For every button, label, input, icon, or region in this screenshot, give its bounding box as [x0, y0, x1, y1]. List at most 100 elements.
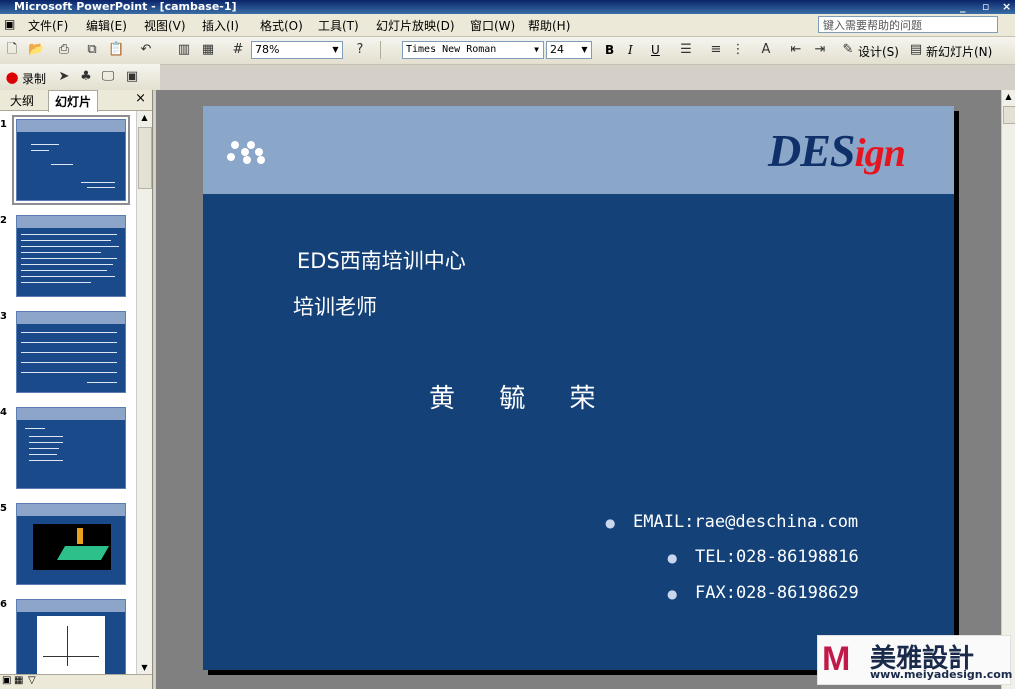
menu-format[interactable]: 格式(O) [260, 17, 303, 34]
slide-thumbnail-1[interactable] [12, 115, 130, 205]
thumbnail-line [29, 436, 63, 437]
restore-button[interactable]: ▫ [982, 0, 989, 14]
underline-button[interactable]: U [651, 43, 660, 57]
menu-slideshow[interactable]: 幻灯片放映(D) [376, 17, 455, 34]
scroll-down-icon[interactable]: ▼ [139, 663, 150, 674]
sorter-view-icon[interactable]: ▦ [14, 675, 23, 686]
app-menu-icon[interactable]: ▣ [4, 17, 15, 31]
menu-edit[interactable]: 编辑(E) [86, 17, 127, 34]
undo-icon[interactable]: ↶ [138, 42, 154, 58]
decor-dot [227, 153, 235, 161]
insert-table-icon[interactable]: ▦ [200, 42, 216, 58]
thumbnail-line [21, 352, 117, 353]
thumbnail-line [31, 144, 59, 145]
grid-icon[interactable]: # [230, 42, 246, 58]
pane-scrollbar[interactable]: ▲ ▼ [136, 111, 152, 676]
slides-pane: 大纲 幻灯片 × 1 2 3 4 5 6 ▲ ▼ ▣ ▦ ▽ [0, 90, 153, 689]
tab-outline[interactable]: 大纲 [10, 92, 34, 109]
monitor-icon[interactable]: 🖵 [100, 69, 116, 85]
numbered-list-icon[interactable]: ≡ [708, 42, 724, 58]
tab-slides[interactable]: 幻灯片 [48, 90, 99, 112]
font-select[interactable]: Times New Roman ▼ [402, 41, 544, 59]
slide-thumbnail-4[interactable] [16, 407, 126, 489]
design-button[interactable]: 设计(S) [858, 43, 899, 60]
thumbnail-line [21, 342, 117, 343]
slide-header-band: DESign [203, 106, 954, 194]
watermark-mark-icon: M [822, 640, 851, 678]
slide-tel[interactable]: TEL:028-86198816 [695, 547, 859, 567]
current-slide[interactable]: DESign EDS西南培训中心 培训老师 黄 毓 荣 ● EMAIL:rae@… [203, 106, 954, 670]
zoom-value: 78% [255, 43, 280, 56]
zoom-select[interactable]: 78% ▼ [251, 41, 343, 59]
font-size-select[interactable]: 24 ▼ [546, 41, 592, 59]
thumbnail-line [29, 454, 57, 455]
close-icon[interactable]: × [135, 91, 146, 106]
thumbnail-line [29, 442, 63, 443]
new-file-icon[interactable]: 🗋 [4, 42, 20, 58]
thumbnail-line [21, 332, 117, 333]
decrease-indent-icon[interactable]: ⇤ [788, 42, 804, 58]
slide-fax[interactable]: FAX:028-86198629 [695, 583, 859, 603]
scroll-thumb[interactable] [138, 127, 152, 189]
open-file-icon[interactable]: 📂 [28, 42, 44, 58]
help-icon[interactable]: ? [352, 42, 368, 58]
slide-thumbnail-2[interactable] [16, 215, 126, 297]
increase-font-icon[interactable]: A [758, 42, 774, 58]
thumbnail-line [51, 164, 73, 165]
menu-file[interactable]: 文件(F) [28, 17, 68, 34]
record-icon: ● [5, 68, 19, 86]
watermark-logo: M 美雅設計 www.meiyadesign.com [817, 635, 1012, 685]
decor-dot [241, 148, 249, 156]
bold-button[interactable]: B [605, 43, 614, 57]
paste-icon[interactable]: 📋 [108, 42, 124, 58]
minimize-button[interactable]: _ [960, 0, 966, 14]
scroll-up-icon[interactable]: ▲ [139, 113, 150, 124]
decor-dot [231, 141, 239, 149]
help-search-input[interactable]: 键入需要帮助的问题 [818, 16, 998, 33]
align-left-icon[interactable]: ☰ [678, 42, 694, 58]
menu-help[interactable]: 帮助(H) [528, 17, 570, 34]
logo-main: DES [768, 125, 855, 176]
slideshow-view-icon[interactable]: ▽ [28, 675, 36, 686]
scroll-thumb[interactable] [1003, 106, 1015, 124]
workspace-scrollbar[interactable]: ▲ [1001, 90, 1015, 689]
slide-thumbnail-3[interactable] [16, 311, 126, 393]
scroll-up-icon[interactable]: ▲ [1003, 92, 1014, 101]
italic-button[interactable]: I [628, 43, 633, 57]
normal-view-icon[interactable]: ▣ [2, 675, 11, 686]
thumbnail-line [29, 448, 59, 449]
thumbnail-number: 3 [0, 311, 7, 322]
menu-window[interactable]: 窗口(W) [470, 17, 515, 34]
pointer-icon[interactable]: ➤ [56, 69, 72, 85]
print-icon[interactable]: ⎙ [56, 42, 72, 58]
slide-thumbnail-6[interactable] [16, 599, 126, 676]
thumbnail-line [21, 270, 107, 271]
new-slide-button[interactable]: 新幻灯片(N) [926, 43, 992, 60]
menu-tools[interactable]: 工具(T) [318, 17, 359, 34]
thumbnail-list: 1 2 3 4 5 6 [0, 111, 136, 676]
increase-indent-icon[interactable]: ⇥ [812, 42, 828, 58]
thumbnail-header [17, 216, 125, 228]
thumbnail-header [17, 408, 125, 420]
title-bar: Microsoft PowerPoint - [cambase-1] _ ▫ × [0, 0, 1015, 14]
narration-icon[interactable]: ♣ [78, 69, 94, 85]
copy-icon[interactable]: ⧉ [84, 42, 100, 58]
decor-dot [257, 156, 265, 164]
slide-email[interactable]: EMAIL:rae@deschina.com [633, 512, 858, 532]
thumbnail-header [17, 600, 125, 612]
slide-line-trainer[interactable]: 培训老师 [293, 291, 377, 321]
thumbnail-image [33, 524, 111, 570]
menu-view[interactable]: 视图(V) [144, 17, 186, 34]
logo-accent: ign [854, 130, 905, 175]
menu-insert[interactable]: 插入(I) [202, 17, 239, 34]
record-button[interactable]: 录制 [22, 70, 46, 87]
slide-icon[interactable]: ▣ [124, 69, 140, 85]
insert-chart-icon[interactable]: ▥ [176, 42, 192, 58]
close-button[interactable]: × [1002, 0, 1011, 14]
slide-thumbnail-5[interactable] [16, 503, 126, 585]
thumbnail-line [25, 428, 45, 429]
bullet-list-icon[interactable]: ⋮ [730, 42, 746, 58]
slide-line-training-center[interactable]: EDS西南培训中心 [297, 245, 466, 275]
slide-trainer-name[interactable]: 黄 毓 荣 [429, 378, 614, 415]
thumbnail-number: 2 [0, 215, 7, 226]
